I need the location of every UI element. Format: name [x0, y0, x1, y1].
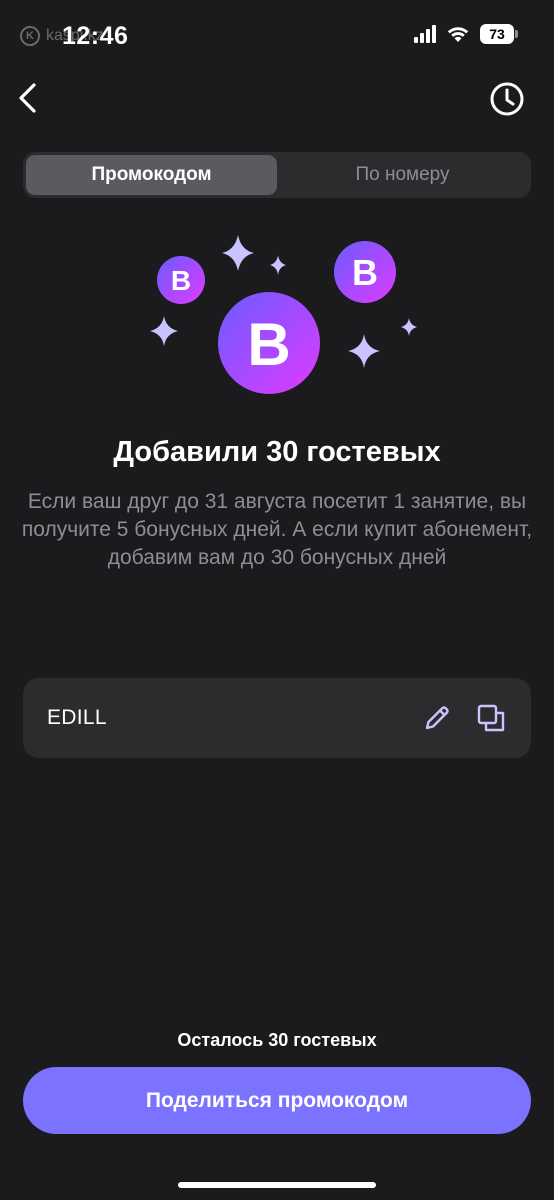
home-indicator — [178, 1182, 376, 1188]
cellular-signal-icon — [414, 25, 436, 43]
watermark-logo-icon: K — [20, 26, 40, 46]
copy-icon — [477, 704, 505, 732]
wifi-icon — [447, 27, 469, 42]
bonus-badge-letter: B — [171, 265, 191, 296]
edit-promo-button[interactable] — [421, 702, 453, 734]
bonus-badge-small-right: B — [334, 241, 396, 303]
bonus-badge-letter: B — [247, 311, 290, 378]
promo-code-value[interactable]: EDILL — [47, 706, 421, 730]
bonus-badge-letter: B — [352, 252, 378, 293]
copy-promo-button[interactable] — [475, 702, 507, 734]
clock-icon — [490, 82, 524, 116]
share-promocode-button[interactable]: Поделиться промокодом — [23, 1067, 531, 1134]
status-time: 12:46 — [62, 22, 129, 50]
history-button[interactable] — [488, 80, 526, 118]
back-button[interactable] — [8, 78, 48, 118]
status-bar: K kaspi.kz 12:46 73 — [0, 0, 554, 72]
page-title: Добавили 30 гостевых — [113, 436, 441, 468]
pencil-icon — [425, 706, 449, 730]
bonus-badge-small-left: B — [157, 256, 205, 304]
promo-code-field: EDILL — [23, 678, 531, 758]
remaining-guests-label: Осталось 30 гостевых — [177, 1030, 377, 1050]
chevron-left-icon — [19, 83, 36, 113]
tab-promocode[interactable]: Промокодом — [26, 155, 277, 195]
promo-actions — [421, 702, 507, 734]
battery-indicator: 73 — [480, 24, 518, 44]
status-icons: 73 — [414, 24, 518, 44]
promo-description: Если ваш друг до 31 августа посетит 1 за… — [21, 490, 533, 569]
bonus-illustration: B B B — [150, 235, 417, 394]
tab-switcher: Промокодом По номеру — [23, 152, 531, 198]
bonus-badge-large: B — [218, 292, 320, 394]
tab-by-number[interactable]: По номеру — [277, 155, 528, 195]
